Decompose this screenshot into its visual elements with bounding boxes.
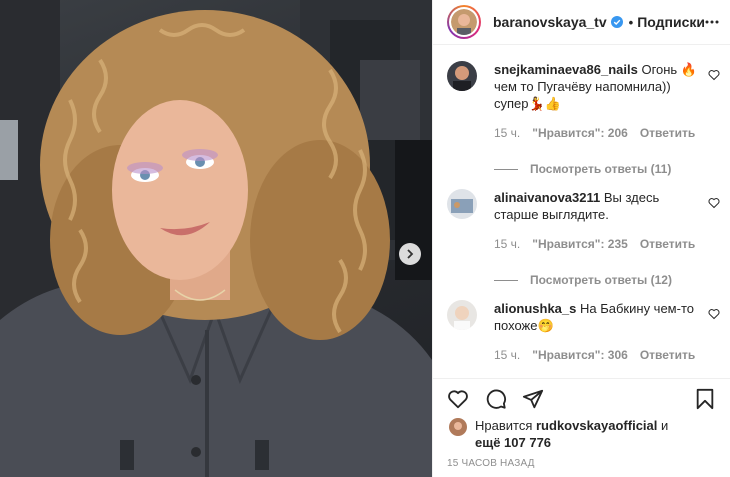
post-timestamp[interactable]: 15 часов назад — [447, 458, 535, 469]
liked-by-others[interactable]: ещё 107 776 — [475, 435, 551, 450]
post-header: baranovskaya_tv • Подписки — [433, 0, 730, 45]
comment-text: alinaivanova3211 Вы здесь старше выгляди… — [494, 189, 698, 223]
liked-by-text: Нравится rudkovskayaofficial и ещё 107 7… — [475, 417, 668, 451]
author-avatar[interactable] — [447, 5, 481, 39]
separator-dot: • — [628, 14, 634, 30]
commenter-avatar[interactable] — [447, 61, 477, 91]
comment-time: 15 ч. — [494, 237, 521, 251]
author-username[interactable]: baranovskaya_tv — [493, 14, 607, 30]
liked-by-prefix: Нравится — [475, 418, 533, 433]
bookmark-icon[interactable] — [694, 388, 716, 410]
comment-meta: 15 ч. "Нравится": 306 Ответить — [494, 348, 720, 362]
heart-icon[interactable] — [708, 69, 720, 81]
comment-likes[interactable]: "Нравится": 206 — [532, 126, 628, 140]
comment-time: 15 ч. — [494, 348, 521, 362]
comment-meta: 15 ч. "Нравится": 235 Ответить — [494, 237, 720, 251]
comment-item: alinaivanova3211 Вы здесь старше выгляди… — [447, 189, 720, 287]
author-avatar-image — [451, 9, 477, 35]
commenter-avatar[interactable] — [447, 300, 477, 330]
comment-text: snejkaminaeva86_nails Огонь 🔥 чем то Пуг… — [494, 61, 698, 112]
liker-avatar[interactable] — [449, 418, 467, 436]
view-replies-button[interactable]: Посмотреть ответы (11) — [494, 162, 720, 176]
comment-username[interactable]: alionushka_s — [494, 301, 576, 316]
photo-illustration — [0, 0, 432, 477]
verified-badge-icon — [610, 16, 623, 28]
action-icons — [447, 388, 716, 412]
comment-time: 15 ч. — [494, 126, 521, 140]
comments-list: snejkaminaeva86_nails Огонь 🔥 чем то Пуг… — [433, 45, 730, 367]
heart-icon[interactable] — [708, 197, 720, 209]
reply-button[interactable]: Ответить — [640, 348, 695, 362]
liked-by-user[interactable]: rudkovskayaofficial — [536, 418, 657, 433]
comment-likes[interactable]: "Нравится": 306 — [532, 348, 628, 362]
comment-item: alionushka_s На Бабкину чем-то похоже🤭 1… — [447, 300, 720, 362]
next-image-button[interactable] — [399, 243, 421, 265]
following-button[interactable]: Подписки — [637, 14, 705, 30]
post-actions: Нравится rudkovskayaofficial и ещё 107 7… — [433, 378, 730, 477]
reply-button[interactable]: Ответить — [640, 126, 695, 140]
like-icon[interactable] — [447, 388, 469, 410]
view-replies-label: Посмотреть ответы (12) — [530, 273, 672, 287]
replies-divider — [494, 168, 518, 170]
comment-icon[interactable] — [485, 388, 507, 410]
comment-username[interactable]: snejkaminaeva86_nails — [494, 62, 638, 77]
reply-button[interactable]: Ответить — [640, 237, 695, 251]
comment-likes[interactable]: "Нравится": 235 — [532, 237, 628, 251]
comment-text: alionushka_s На Бабкину чем-то похоже🤭 — [494, 300, 698, 334]
more-icon[interactable] — [704, 14, 720, 30]
next-arrow-icon — [407, 249, 414, 259]
comment-meta: 15 ч. "Нравится": 206 Ответить — [494, 126, 720, 140]
post-photo — [0, 0, 432, 477]
view-replies-button[interactable]: Посмотреть ответы (12) — [494, 273, 720, 287]
replies-divider — [494, 279, 518, 281]
comment-username[interactable]: alinaivanova3211 — [494, 190, 600, 205]
liked-by: Нравится rudkovskayaofficial и ещё 107 7… — [449, 417, 668, 451]
commenter-avatar[interactable] — [447, 189, 477, 219]
view-replies-label: Посмотреть ответы (11) — [530, 162, 672, 176]
heart-icon[interactable] — [708, 308, 720, 320]
post-side-panel: baranovskaya_tv • Подписки snejkaminaeva… — [432, 0, 730, 477]
liked-by-conj: и — [661, 418, 669, 433]
comment-item: snejkaminaeva86_nails Огонь 🔥 чем то Пуг… — [447, 61, 720, 176]
share-icon[interactable] — [522, 388, 544, 410]
